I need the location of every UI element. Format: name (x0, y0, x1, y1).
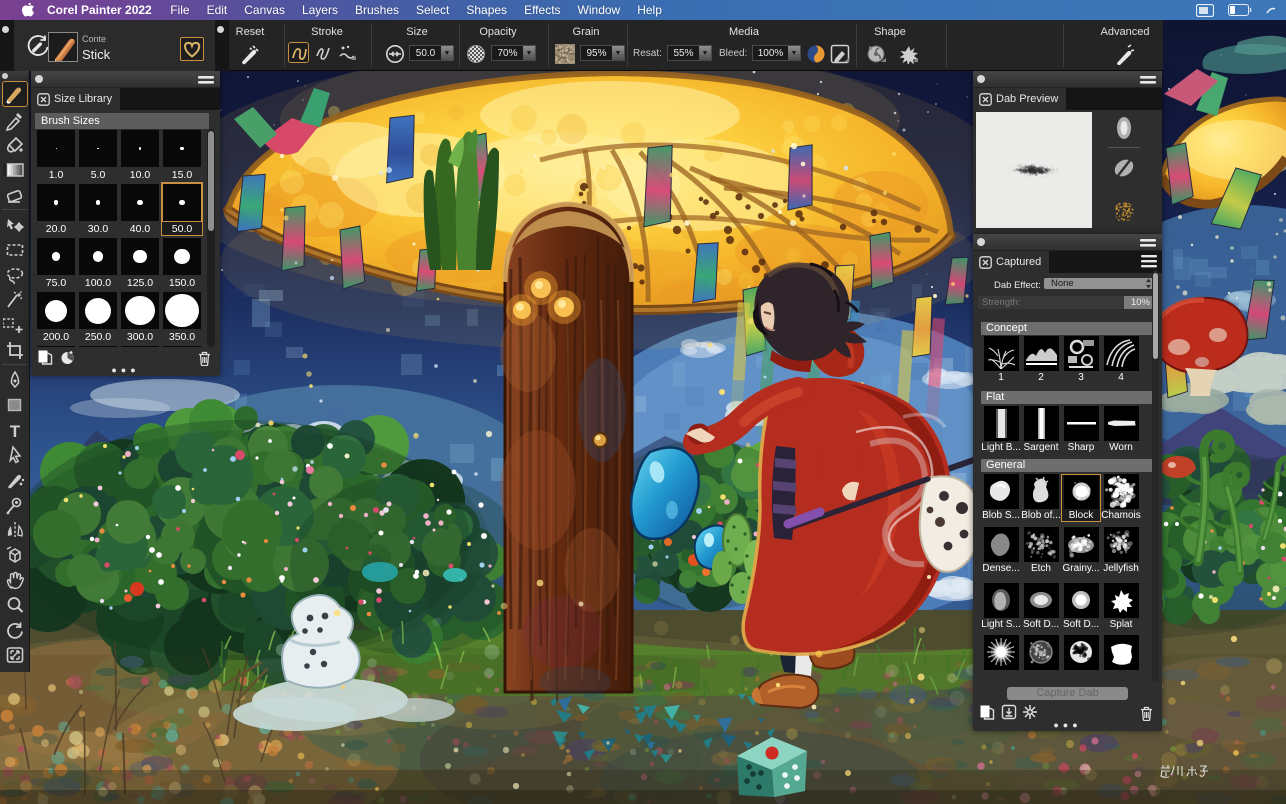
svg-text:T: T (9, 422, 20, 441)
